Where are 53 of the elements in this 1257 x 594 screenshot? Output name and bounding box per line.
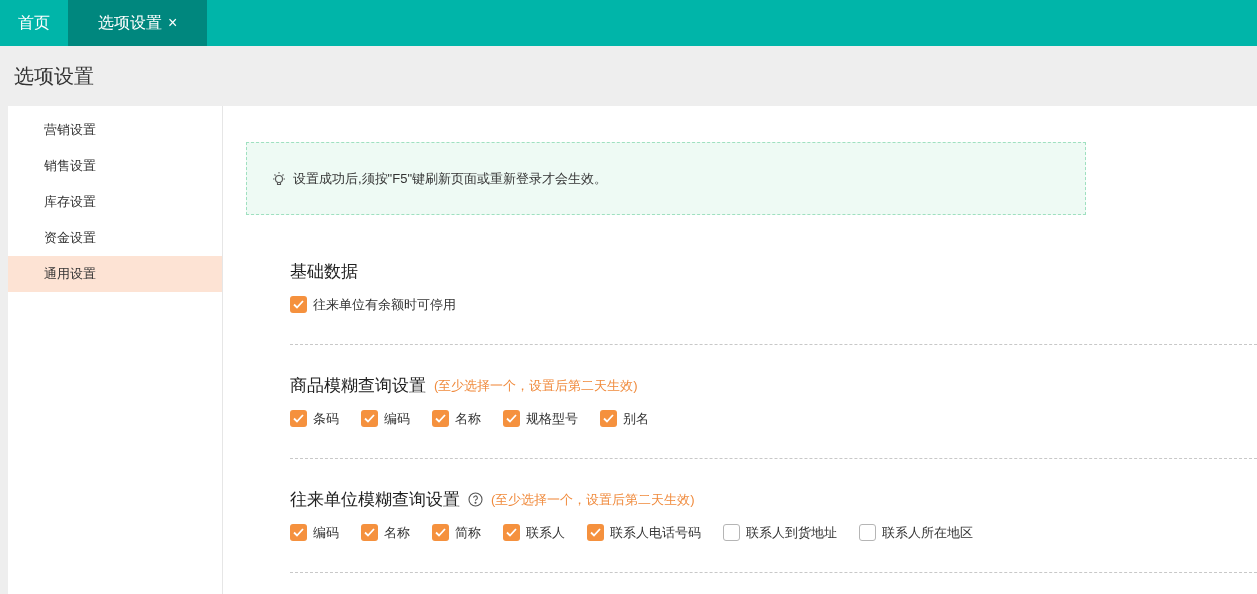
checkbox-label: 联系人 xyxy=(526,523,565,542)
check-icon xyxy=(435,413,446,423)
checkbox[interactable] xyxy=(859,523,876,541)
check-icon xyxy=(364,527,375,537)
checkbox[interactable] xyxy=(723,523,740,541)
sidebar-item[interactable]: 销售设置 xyxy=(8,148,222,184)
checkbox-label: 简称 xyxy=(455,523,481,542)
checkbox[interactable] xyxy=(432,409,449,427)
check-icon xyxy=(293,413,304,423)
checkbox-label: 别名 xyxy=(623,409,649,428)
check-icon xyxy=(506,413,517,423)
checkbox[interactable] xyxy=(432,523,449,541)
check-icon xyxy=(603,413,614,423)
sidebar-item[interactable]: 通用设置 xyxy=(8,256,222,292)
checkbox-label: 规格型号 xyxy=(526,409,578,428)
check-icon xyxy=(435,527,446,537)
tab[interactable]: 选项设置 × xyxy=(68,0,208,46)
checkbox-label: 编码 xyxy=(313,523,339,542)
section-title: 商品模糊查询设置 xyxy=(290,375,426,397)
check-icon xyxy=(590,527,601,537)
hint-text: (至少选择一个，设置后第二天生效) xyxy=(434,377,638,395)
check-icon xyxy=(293,527,304,537)
checkbox-label: 名称 xyxy=(455,409,481,428)
check-icon xyxy=(506,527,517,537)
lightbulb-icon xyxy=(271,170,287,187)
sidebar-item[interactable]: 营销设置 xyxy=(8,112,222,148)
check-icon xyxy=(364,413,375,423)
checkbox-label: 联系人到货地址 xyxy=(746,523,837,542)
checkbox-label: 名称 xyxy=(384,523,410,542)
checkbox[interactable] xyxy=(587,523,604,541)
checkbox-label: 条码 xyxy=(313,409,339,428)
check-icon xyxy=(293,299,304,309)
checkbox[interactable] xyxy=(290,409,307,427)
checkbox-label: 编码 xyxy=(384,409,410,428)
close-icon[interactable]: × xyxy=(168,11,178,35)
section-title: 往来单位模糊查询设置 xyxy=(290,489,460,511)
checkbox-label: 联系人电话号码 xyxy=(610,523,701,542)
checkbox[interactable] xyxy=(361,523,378,541)
checkbox[interactable] xyxy=(503,409,520,427)
page-title: 选项设置 xyxy=(14,64,94,89)
checkbox[interactable] xyxy=(361,409,378,427)
notice-text: 设置成功后,须按"F5"键刷新页面或重新登录才会生效。 xyxy=(293,169,607,188)
checkbox[interactable] xyxy=(290,523,307,541)
sidebar-item[interactable]: 库存设置 xyxy=(8,184,222,220)
checkbox[interactable] xyxy=(600,409,617,427)
hint-text: (至少选择一个，设置后第二天生效) xyxy=(491,491,695,509)
section-title: 基础数据 xyxy=(290,261,358,283)
checkbox-label: 联系人所在地区 xyxy=(882,523,973,542)
checkbox-label: 往来单位有余额时可停用 xyxy=(313,295,456,314)
help-icon[interactable] xyxy=(468,492,483,508)
checkbox[interactable] xyxy=(503,523,520,541)
sidebar-item[interactable]: 资金设置 xyxy=(8,220,222,256)
checkbox[interactable] xyxy=(290,295,307,313)
